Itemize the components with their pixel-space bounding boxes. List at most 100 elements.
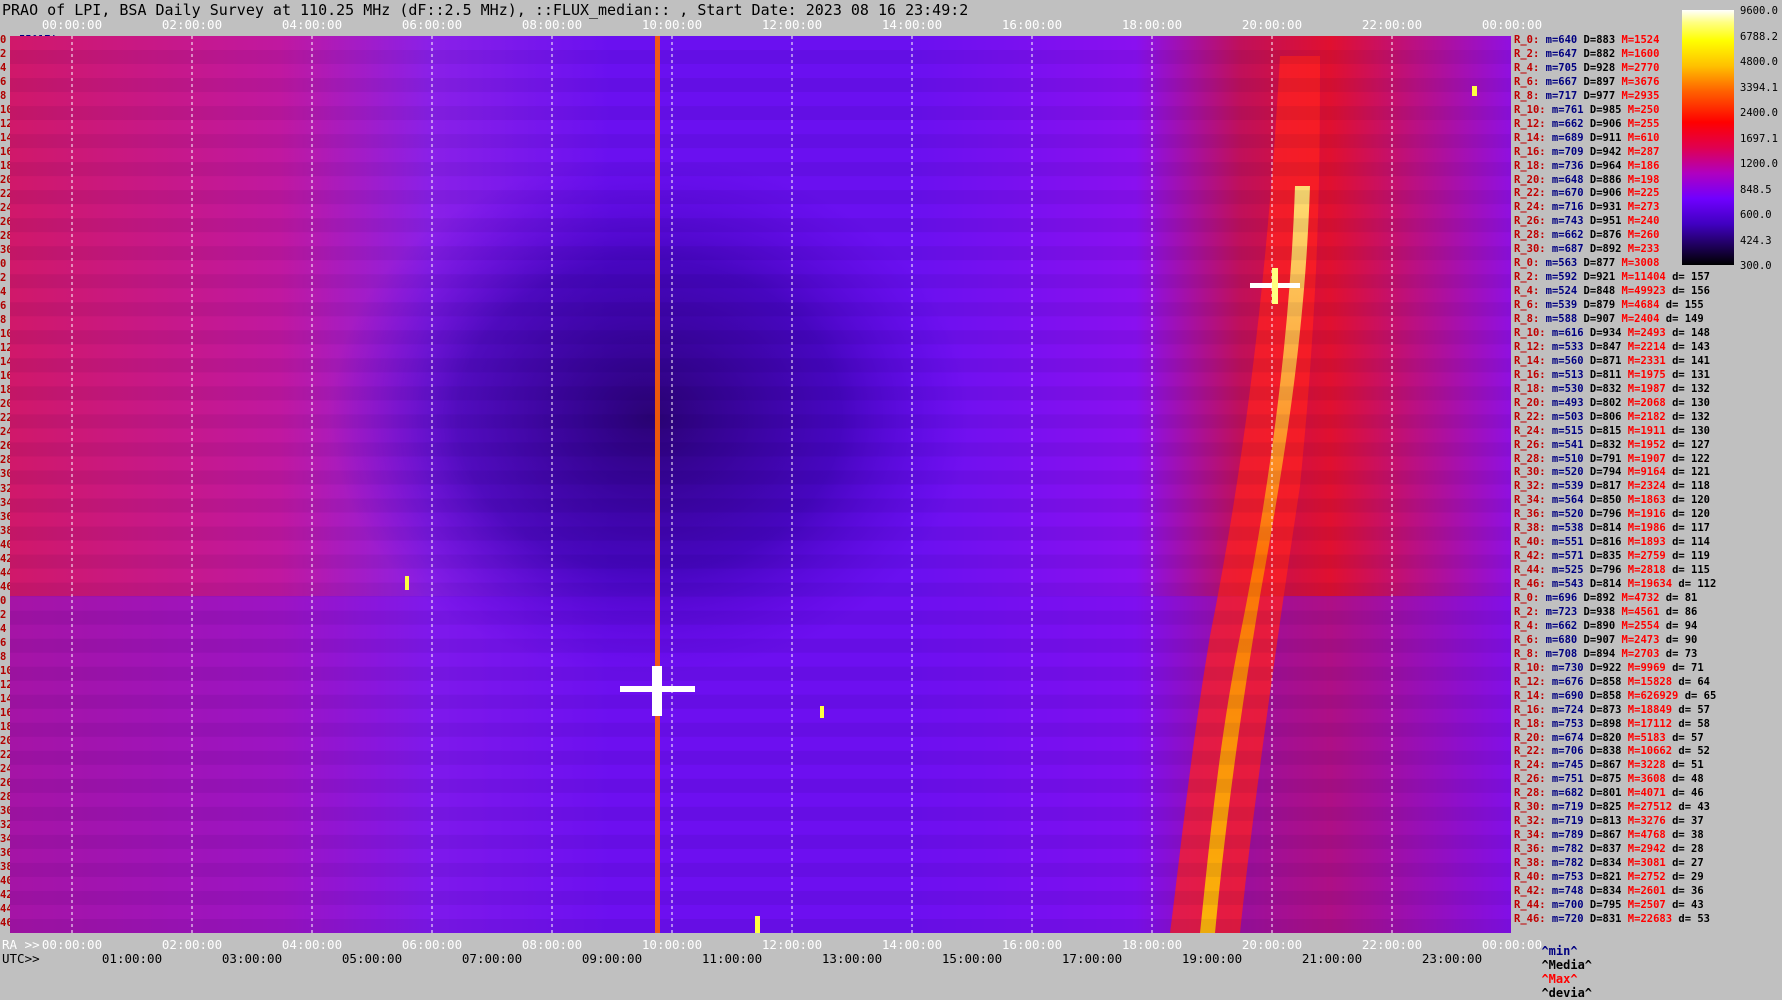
top-tick-label: 08:00:00 xyxy=(521,17,583,32)
ra-tick-label: 10:00:00 xyxy=(641,937,703,952)
row-band xyxy=(10,750,1511,765)
stat-median: D=835 xyxy=(1583,550,1622,563)
stat-min: m=736 xyxy=(1545,159,1584,172)
stat-min: m=706 xyxy=(1545,745,1584,758)
stat-row: R_18: xyxy=(1514,717,1546,730)
row-stat: R_24: m=745 D=867 M=3228 d= 51 xyxy=(1514,760,1704,771)
stat-row: R_28: xyxy=(1514,452,1546,465)
ra-tick-label: 20:00:00 xyxy=(1241,937,1303,952)
utc-tick-label: 01:00:00 xyxy=(101,951,163,966)
stat-row: R_4: xyxy=(1514,619,1540,632)
stat-max: M=3008 xyxy=(1615,257,1660,270)
stat-row: R_42: xyxy=(1514,884,1546,897)
stat-max: M=22683 xyxy=(1621,912,1673,925)
stat-min: m=513 xyxy=(1545,368,1584,381)
stat-row: R_4: xyxy=(1514,285,1540,298)
row-stat: R_6: m=667 D=897 M=3676 xyxy=(1514,75,1660,88)
colorbar-label: 9600.0 xyxy=(1740,5,1778,17)
row-stat: R_2: m=723 D=938 M=4561 d= 86 xyxy=(1514,605,1698,618)
row-stat: R_18: m=753 D=898 M=17112 d= 58 xyxy=(1514,717,1710,730)
stat-row: R_28: xyxy=(1514,787,1546,800)
row-stat: R_30: m=520 D=794 M=9164 d= 121 xyxy=(1514,467,1710,478)
row-stat: R_4: m=705 D=928 M=2770 xyxy=(1514,62,1659,74)
row-stat: R_46: m=543 D=814 M=19634 d= 112 xyxy=(1514,579,1716,590)
stat-min: m=539 xyxy=(1545,480,1584,493)
stat-devia: d= 57 xyxy=(1665,731,1704,744)
stat-devia: d= 148 xyxy=(1665,326,1711,339)
stat-devia: d= 155 xyxy=(1659,299,1704,312)
stat-max: M=240 xyxy=(1621,215,1660,228)
stat-row: R_40: xyxy=(1514,536,1546,549)
stat-max: M=2703 xyxy=(1615,647,1660,660)
stat-row: R_22: xyxy=(1514,187,1546,200)
stat-median: D=794 xyxy=(1583,466,1622,479)
stat-median: D=877 xyxy=(1577,257,1616,270)
stat-median: D=875 xyxy=(1583,773,1622,786)
stat-max: M=2554 xyxy=(1615,619,1660,632)
stat-median: D=907 xyxy=(1577,313,1616,325)
stat-max: M=3676 xyxy=(1615,75,1660,88)
stat-median: D=838 xyxy=(1583,745,1622,758)
stat-median: D=934 xyxy=(1583,326,1622,339)
stat-row: R_8: xyxy=(1514,647,1540,660)
stat-devia: d= 86 xyxy=(1659,605,1698,618)
stat-median: D=921 xyxy=(1577,271,1616,284)
ra-tick-label: 12:00:00 xyxy=(761,937,823,952)
stat-min: m=667 xyxy=(1539,75,1578,88)
stat-median: D=911 xyxy=(1583,131,1622,144)
row-band xyxy=(10,498,1511,513)
stat-max: M=2752 xyxy=(1621,871,1666,883)
stat-median: D=806 xyxy=(1583,410,1622,423)
stat-devia: d= 48 xyxy=(1665,773,1704,786)
stat-row: R_36: xyxy=(1514,508,1546,521)
stat-min: m=690 xyxy=(1545,689,1584,702)
stat-row: R_8: xyxy=(1514,313,1540,325)
stat-max: M=225 xyxy=(1621,187,1660,200)
point-source-3 xyxy=(820,706,824,718)
row-stat: R_38: m=782 D=834 M=3081 d= 27 xyxy=(1514,858,1704,869)
stat-min: m=640 xyxy=(1539,34,1578,46)
stat-row: R_2: xyxy=(1514,47,1540,60)
stat-median: D=892 xyxy=(1577,592,1616,604)
stat-min: m=503 xyxy=(1545,410,1584,423)
top-tick-label: 22:00:00 xyxy=(1361,17,1423,32)
stat-row: R_24: xyxy=(1514,759,1546,772)
row-stat: R_0: m=563 D=877 M=3008 xyxy=(1514,258,1659,269)
colorbar-label: 1200.0 xyxy=(1740,158,1778,170)
row-band xyxy=(10,162,1511,177)
stat-min: m=564 xyxy=(1545,494,1584,507)
stat-max: M=4732 xyxy=(1615,592,1660,604)
row-band xyxy=(10,554,1511,569)
stat-devia: d= 157 xyxy=(1665,271,1711,284)
stat-max: M=610 xyxy=(1621,131,1660,144)
stat-devia: d= 37 xyxy=(1665,815,1704,828)
row-stat: R_8: m=588 D=907 M=2404 d= 149 xyxy=(1514,314,1704,325)
row-stat: R_14: m=690 D=858 M=626929 d= 65 xyxy=(1514,689,1716,702)
stat-row: R_20: xyxy=(1514,173,1546,186)
row-stat: R_12: m=662 D=906 M=255 xyxy=(1514,117,1660,130)
stat-row: R_20: xyxy=(1514,731,1546,744)
top-tick-label: 04:00:00 xyxy=(281,17,343,32)
stat-min: m=510 xyxy=(1545,452,1584,465)
stat-devia: d= 51 xyxy=(1665,759,1704,772)
stat-devia: d= 90 xyxy=(1659,633,1698,646)
stat-median: D=820 xyxy=(1583,731,1622,744)
stat-median: D=883 xyxy=(1577,34,1616,46)
stat-devia: d= 52 xyxy=(1672,745,1710,758)
stat-row: R_32: xyxy=(1514,480,1546,493)
stat-max: M=4768 xyxy=(1621,829,1666,842)
stat-min: m=530 xyxy=(1545,382,1584,395)
row-stat: R_28: m=682 D=801 M=4071 d= 46 xyxy=(1514,788,1704,799)
stat-min: m=524 xyxy=(1539,285,1578,298)
stat-devia: d= 81 xyxy=(1659,592,1698,604)
top-tick-label: 00:00:00 xyxy=(41,17,103,32)
stat-row: R_24: xyxy=(1514,201,1546,214)
row-stat: R_10: m=761 D=985 M=250 xyxy=(1514,104,1659,116)
row-stat: R_46: m=720 D=831 M=22683 d= 53 xyxy=(1514,912,1710,925)
stat-devia: d= 28 xyxy=(1665,843,1704,856)
stat-max: M=255 xyxy=(1621,117,1660,130)
bright-source-2-v xyxy=(1272,268,1278,304)
row-band xyxy=(10,806,1511,821)
stat-max: M=260 xyxy=(1621,229,1660,242)
stat-median: D=858 xyxy=(1583,675,1622,688)
